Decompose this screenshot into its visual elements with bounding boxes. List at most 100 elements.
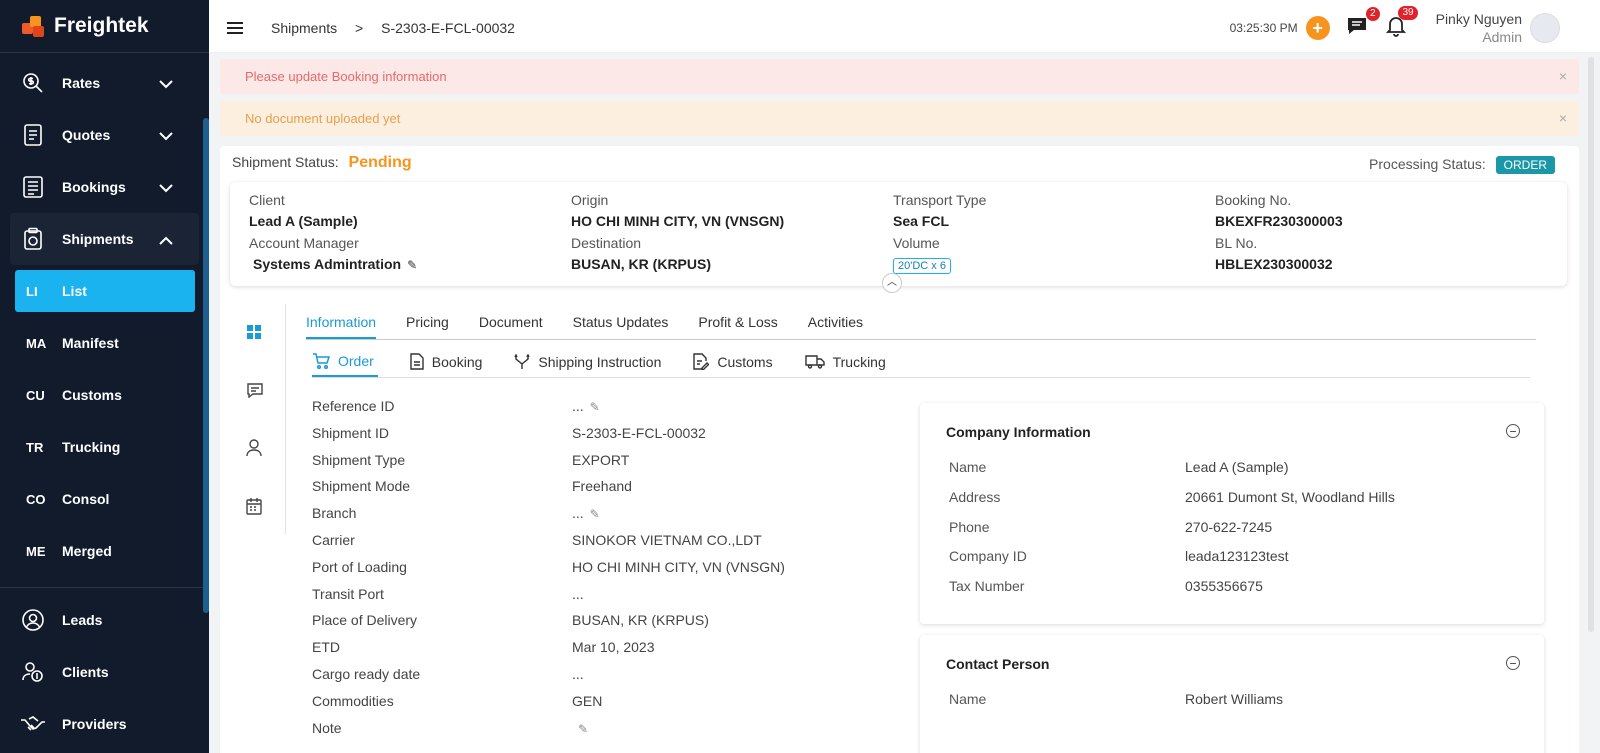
field-label: Shipment Type <box>312 451 406 468</box>
user-menu[interactable]: Pinky Nguyen Admin <box>1436 11 1522 45</box>
sidebar-item-abbr: ME <box>26 543 46 559</box>
field-value: GEN <box>572 692 603 709</box>
chevron-up-icon <box>159 232 173 248</box>
sidebar-item-label: Merged <box>62 543 112 559</box>
subtab-trucking[interactable]: Trucking <box>804 352 886 377</box>
edit-pencil-icon[interactable]: ✎ <box>590 507 600 521</box>
main-content: Please update Booking information × No d… <box>209 53 1600 753</box>
sidebar-item-leads[interactable]: Leads <box>0 594 209 646</box>
volume-tag: 20'DC x 6 <box>893 258 951 274</box>
info-value: 0355356675 <box>1185 578 1263 595</box>
tab-activities[interactable]: Activities <box>808 314 863 339</box>
panel-title: Contact Person <box>946 656 1050 672</box>
edit-pencil-icon[interactable]: ✎ <box>407 258 417 272</box>
breadcrumb-separator: > <box>355 19 364 36</box>
page-scrollbar[interactable] <box>1588 57 1594 632</box>
destination-label: Destination <box>571 235 642 251</box>
collapse-minus-icon[interactable] <box>1506 656 1520 670</box>
field-row: Carrier SINOKOR VIETNAM CO.,LDT <box>312 532 902 559</box>
info-row: Name Robert Williams <box>920 691 1544 721</box>
messages-badge: 2 <box>1366 6 1380 21</box>
client-label: Client <box>249 192 285 208</box>
clipboard-icon <box>20 226 46 252</box>
field-row: Transit Port... <box>312 586 902 613</box>
sidebar-item-label: Consol <box>62 491 110 507</box>
messages-button[interactable]: 2 <box>1346 6 1380 41</box>
edit-pencil-icon[interactable]: ✎ <box>578 722 588 736</box>
sidebar-item-clients[interactable]: Clients <box>0 646 209 698</box>
sidebar-item-label: Clients <box>62 664 109 680</box>
info-label: Address <box>949 488 1001 505</box>
sidebar-item-label: Shipments <box>62 231 134 247</box>
notifications-button[interactable]: 39 <box>1385 5 1418 42</box>
sidebar-item-trucking[interactable]: TR Trucking <box>0 421 209 473</box>
tab-pricing[interactable]: Pricing <box>406 314 449 339</box>
sidebar-item-label: Trucking <box>62 439 121 455</box>
field-row: Commodities GEN <box>312 693 902 720</box>
sidebar-item-bookings[interactable]: Bookings <box>0 161 209 213</box>
chevron-down-icon <box>159 180 173 196</box>
sidebar-item-providers[interactable]: Providers <box>0 698 209 750</box>
grid-icon[interactable] <box>246 324 264 342</box>
clock-time: 03:25:30 PM <box>1229 21 1298 35</box>
field-row: Shipment Mode Freehand <box>312 478 902 505</box>
user-icon[interactable] <box>246 439 264 457</box>
sub-tabs: Order Booking Shipping Instruction Custo… <box>312 352 1530 378</box>
subtab-booking[interactable]: Booking <box>410 352 482 377</box>
subtab-customs[interactable]: Customs <box>693 352 773 377</box>
info-value: 20661 Dumont St, Woodland Hills <box>1185 488 1395 505</box>
info-value: Lead A (Sample) <box>1185 459 1289 475</box>
calendar-icon[interactable] <box>246 497 264 515</box>
sidebar-item-shipments[interactable]: Shipments <box>10 213 199 265</box>
sidebar-item-manifest[interactable]: MA Manifest <box>0 317 209 369</box>
info-row: Phone 270-622-7245 <box>920 519 1544 549</box>
sidebar-item-rates[interactable]: Rates <box>0 57 209 109</box>
subtab-shipping-instruction[interactable]: Shipping Instruction <box>514 352 661 377</box>
info-label: Tax Number <box>949 578 1025 595</box>
account-manager-value: Systems Admintration <box>253 256 402 272</box>
processing-status-label: Processing Status: <box>1369 156 1486 172</box>
brand-logo[interactable]: Freightek <box>0 0 209 53</box>
main-tabs: Information Pricing Document Status Upda… <box>306 314 1536 340</box>
tab-document[interactable]: Document <box>479 314 543 339</box>
sidebar-item-abbr: MA <box>26 335 47 351</box>
tab-status-updates[interactable]: Status Updates <box>573 314 669 339</box>
hamburger-menu-icon[interactable] <box>227 19 243 37</box>
tab-profit-loss[interactable]: Profit & Loss <box>698 314 777 339</box>
brand-name: Freightek <box>54 14 149 37</box>
panel-title: Company Information <box>946 424 1091 440</box>
quick-add-button[interactable]: + <box>1305 16 1330 40</box>
field-value: ... <box>572 585 584 602</box>
field-row: Port of Loading HO CHI MINH CITY, VN (VNS… <box>312 559 902 586</box>
collapse-chevron-up-icon[interactable]: ︿ <box>882 273 902 293</box>
collapse-minus-icon[interactable] <box>1506 424 1520 438</box>
shipment-summary: Client Lead A (Sample) Account Manager S… <box>230 182 1567 293</box>
transport-type-value: Sea FCL <box>893 213 950 229</box>
shipment-status-value: Pending <box>348 154 412 171</box>
info-value: 270-622-7245 <box>1185 518 1273 535</box>
sidebar-item-customs[interactable]: CU Customs <box>0 369 209 421</box>
sidebar-item-merged[interactable]: ME Merged <box>0 525 209 577</box>
sidebar-item-label: Manifest <box>62 335 119 351</box>
close-icon[interactable]: × <box>1559 59 1567 94</box>
field-row: ETD Mar 10, 2023 <box>312 639 902 666</box>
edit-pencil-icon[interactable]: ✎ <box>590 400 600 414</box>
close-icon[interactable]: × <box>1559 101 1567 136</box>
sidebar-item-consol[interactable]: CO Consol <box>0 473 209 525</box>
shipment-card: Shipment Status: Pending Processing Stat… <box>220 146 1579 753</box>
field-label: Place of Delivery <box>312 612 418 629</box>
field-label: ETD <box>312 639 340 656</box>
breadcrumb-root[interactable]: Shipments <box>271 20 337 36</box>
bl-no-value: HBLEX230300032 <box>1215 256 1333 272</box>
shipment-status: Shipment Status: Pending <box>232 154 412 172</box>
sidebar-item-list[interactable]: LI List <box>15 270 195 312</box>
shipment-status-label: Shipment Status: <box>232 154 339 170</box>
tab-information[interactable]: Information <box>306 314 377 339</box>
subtab-order[interactable]: Order <box>312 352 378 377</box>
contact-person-panel: Contact Person Name Robert Williams <box>920 635 1544 753</box>
avatar[interactable] <box>1530 13 1560 43</box>
bell-icon <box>1385 16 1406 41</box>
field-value: HO CHI MINH CITY, VN (VNSGN) <box>572 558 785 575</box>
sidebar-item-quotes[interactable]: Quotes <box>0 109 209 161</box>
comment-icon[interactable] <box>246 382 264 400</box>
